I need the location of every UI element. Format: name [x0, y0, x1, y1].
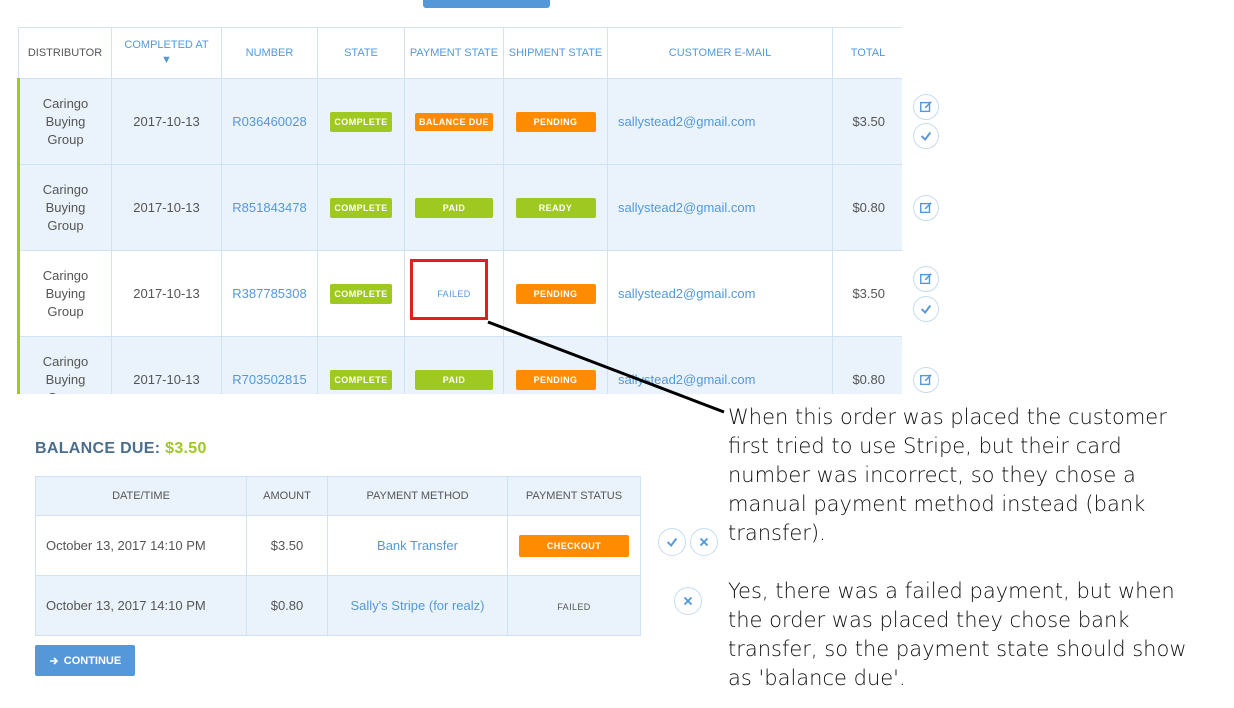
balance-due-heading: BALANCE DUE: $3.50	[35, 440, 207, 458]
balance-due-label: BALANCE DUE:	[35, 440, 161, 457]
payment-amount: $3.50	[246, 515, 328, 576]
payments-header-row: DATE/TIME AMOUNT PAYMENT METHOD PAYMENT …	[35, 476, 641, 516]
payment-method-link[interactable]: Bank Transfer	[327, 515, 508, 576]
close-icon	[683, 596, 693, 606]
payments-table: DATE/TIME AMOUNT PAYMENT METHOD PAYMENT …	[35, 476, 641, 636]
payments-table-container: DATE/TIME AMOUNT PAYMENT METHOD PAYMENT …	[35, 476, 641, 636]
payment-status-cell: FAILED	[507, 575, 641, 636]
payment-method-link[interactable]: Sally's Stripe (for realz)	[327, 575, 508, 636]
close-icon	[699, 537, 709, 547]
col-payment-method: PAYMENT METHOD	[327, 476, 508, 516]
void-payment-button[interactable]	[690, 528, 718, 556]
payment-datetime: October 13, 2017 14:10 PM	[35, 575, 247, 636]
capture-payment-button[interactable]	[658, 528, 686, 556]
continue-label: CONTINUE	[63, 654, 122, 667]
col-payment-status: PAYMENT STATUS	[507, 476, 641, 516]
balance-due-amount: $3.50	[165, 440, 207, 457]
annotation-note-1: When this order was placed the customer …	[728, 405, 1167, 545]
col-datetime: DATE/TIME	[35, 476, 247, 516]
void-payment-button[interactable]	[674, 587, 702, 615]
continue-button[interactable]: CONTINUE	[35, 645, 135, 676]
payment-status-badge: FAILED	[557, 602, 591, 612]
payment-datetime: October 13, 2017 14:10 PM	[35, 515, 247, 576]
col-amount: AMOUNT	[246, 476, 328, 516]
payment-status-cell: CHECKOUT	[507, 515, 641, 576]
payment-row: October 13, 2017 14:10 PM $3.50 Bank Tra…	[35, 515, 641, 576]
arrow-right-icon	[49, 656, 58, 665]
payment-row: October 13, 2017 14:10 PM $0.80 Sally's …	[35, 575, 641, 636]
payment-status-badge: CHECKOUT	[519, 534, 629, 557]
check-icon	[666, 537, 678, 547]
payment-amount: $0.80	[246, 575, 328, 636]
annotation-note-2: Yes, there was a failed payment, but whe…	[728, 579, 1187, 690]
